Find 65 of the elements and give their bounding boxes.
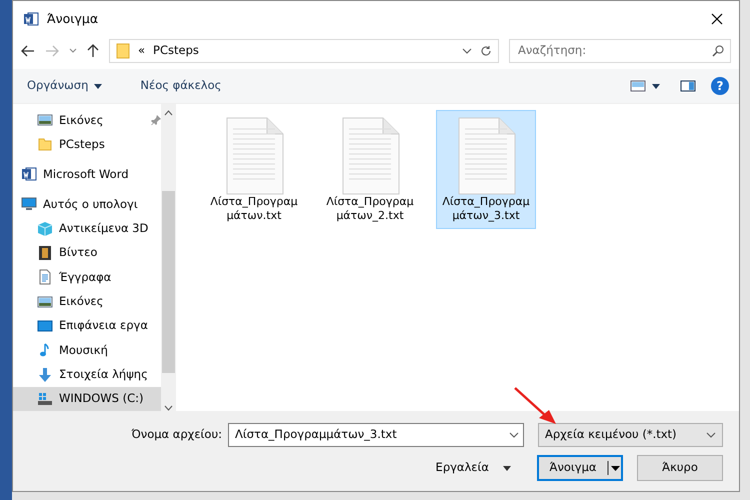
caret-icon [652, 84, 660, 88]
computer-icon [21, 196, 37, 212]
text-file-icon [340, 117, 400, 195]
window-title: Άνοιγμα [47, 10, 98, 28]
file-item[interactable]: Λίστα_Προγραμμάτων_3.txt [436, 110, 536, 229]
preview-pane-icon [680, 80, 696, 92]
close-icon [711, 13, 723, 26]
up-arrow-icon [87, 44, 99, 58]
download-arrow-icon [37, 366, 53, 382]
sidebar-item[interactable]: WINDOWS (C:) [13, 386, 161, 411]
organize-button[interactable]: Οργάνωση [23, 75, 106, 97]
sidebar-item[interactable]: Αυτός ο υπολογι [13, 192, 161, 216]
chevron-down-icon [164, 405, 173, 411]
desktop-icon [37, 318, 53, 334]
pictures-icon [37, 294, 53, 310]
text-file-icon [224, 117, 284, 195]
breadcrumb-item[interactable]: PCsteps [153, 42, 199, 60]
sidebar-item[interactable]: Αντικείμενα 3D [13, 216, 161, 241]
sidebar-item[interactable]: Βίντεο [13, 240, 161, 266]
document-icon [37, 269, 53, 286]
drive-icon [37, 390, 53, 407]
folder-icon [116, 43, 130, 59]
refresh-icon [480, 45, 492, 57]
caret-icon [94, 84, 102, 88]
filename-combo-box[interactable]: Λίστα_Προγραμμάτων_3.txt [228, 423, 524, 447]
caret-icon [503, 466, 511, 470]
filename-label: Όνομα αρχείου: [131, 426, 222, 444]
folder-icon [37, 136, 53, 152]
chevron-down-icon [706, 432, 716, 438]
chevron-down-icon [69, 48, 77, 54]
cancel-button[interactable]: Άκυρο [637, 455, 723, 481]
sidebar-item[interactable]: Επιφάνεια εργα [13, 314, 161, 338]
forward-arrow-icon [45, 45, 59, 57]
search-icon [712, 45, 724, 57]
breadcrumb-overflow[interactable]: « [138, 42, 146, 60]
file-type-dropdown[interactable]: Αρχεία κειμένου (*.txt) [538, 423, 723, 447]
film-icon [37, 244, 53, 261]
back-arrow-icon [21, 45, 35, 57]
sidebar-item[interactable]: Μουσική [13, 338, 161, 362]
view-icon [630, 80, 646, 92]
split-caret-icon [607, 461, 621, 475]
help-button[interactable]: ? [711, 77, 729, 95]
word-icon [23, 11, 39, 27]
file-item[interactable]: Λίστα_Προγραμμάτων_2.txt [320, 110, 420, 229]
new-folder-button[interactable]: Νέος φάκελος [136, 75, 226, 97]
sidebar-item[interactable]: Εικόνες [13, 108, 161, 132]
sidebar-item[interactable]: Έγγραφα [13, 265, 161, 290]
chevron-up-icon [164, 110, 173, 116]
sidebar-item[interactable]: Microsoft Word [13, 162, 161, 187]
open-button[interactable]: Άνοιγμα [537, 455, 623, 481]
word-icon [21, 166, 37, 182]
file-item[interactable]: Λίστα_Προγραμμάτων.txt [204, 110, 304, 229]
cube-icon [37, 220, 53, 237]
tools-button[interactable]: Εργαλεία [430, 458, 517, 478]
annotation-arrow [513, 386, 558, 426]
search-box[interactable]: Αναζήτηση: [509, 39, 731, 63]
sidebar-item[interactable]: Στοιχεία λήψης [13, 362, 161, 387]
chevron-down-icon [509, 432, 519, 438]
pictures-icon [37, 112, 53, 128]
sidebar-item[interactable]: PCsteps [13, 132, 161, 157]
sidebar-item[interactable]: Εικόνες [13, 289, 161, 314]
text-file-icon [456, 117, 516, 195]
address-bar[interactable]: « PCsteps [109, 39, 499, 63]
chevron-down-icon [462, 48, 472, 54]
scrollbar[interactable] [161, 104, 176, 411]
